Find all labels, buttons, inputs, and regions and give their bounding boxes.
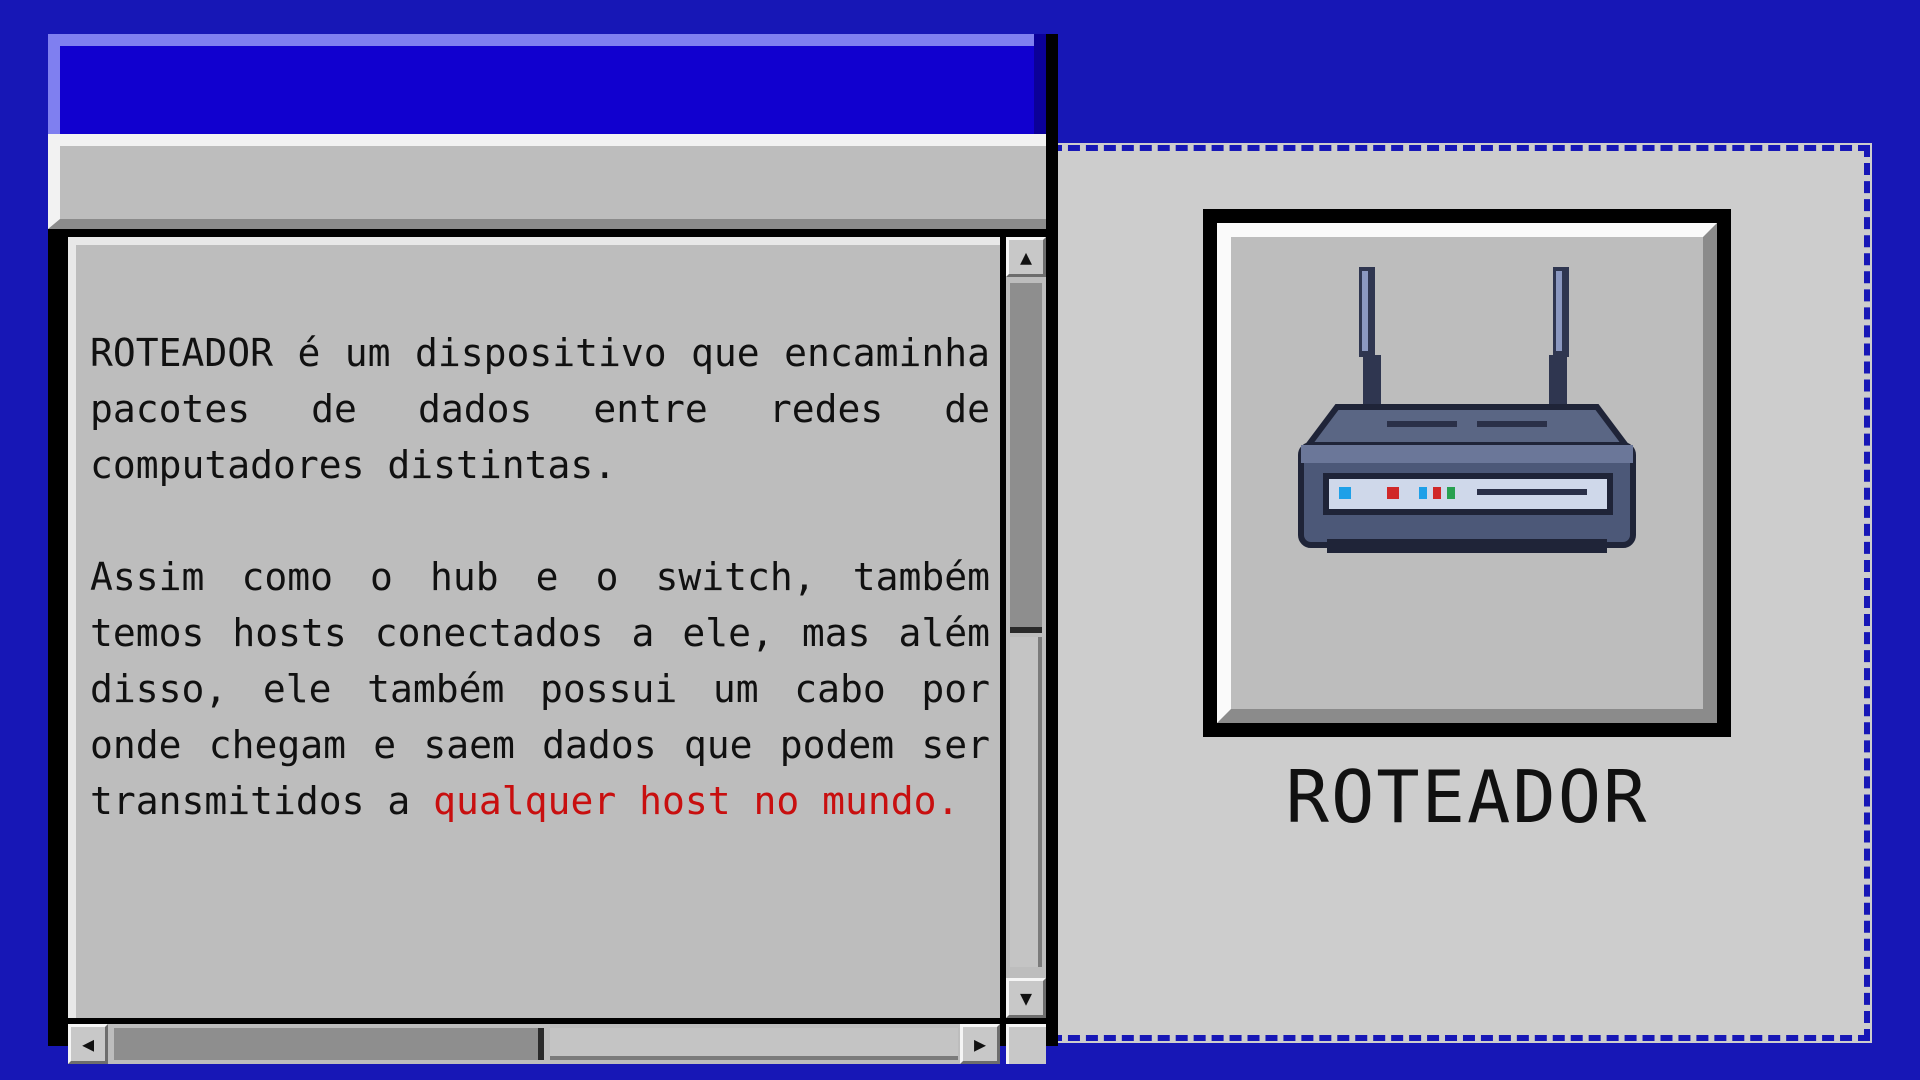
vertical-scrollbar[interactable]: ▲ ▼: [1006, 237, 1046, 1018]
scroll-left-button[interactable]: ◀: [68, 1024, 108, 1064]
description-text: ROTEADOR é um dispositivo que encaminha …: [90, 325, 990, 885]
arrow-up-icon: ▲: [1019, 245, 1033, 269]
arrow-down-icon: ▼: [1019, 986, 1033, 1010]
arrow-left-icon: ◀: [81, 1032, 95, 1056]
image-frame-inner: [1217, 223, 1717, 723]
vertical-scroll-track[interactable]: [1010, 637, 1042, 967]
horizontal-scroll-track[interactable]: [550, 1028, 958, 1060]
window-titlebar[interactable]: [48, 34, 1046, 134]
paragraph-definition: ROTEADOR é um dispositivo que encaminha …: [90, 331, 990, 487]
scrollbar-corner: [1006, 1024, 1046, 1064]
vertical-scroll-thumb[interactable]: [1010, 283, 1042, 633]
text-window: ROTEADOR é um dispositivo que encaminha …: [48, 34, 1058, 1064]
paragraph-details: Assim como o hub e o switch, também temo…: [90, 549, 990, 829]
image-frame: [1203, 209, 1731, 737]
window-menubar: [48, 134, 1046, 229]
horizontal-scrollbar[interactable]: ◀ ▶: [68, 1024, 1000, 1064]
scroll-down-button[interactable]: ▼: [1006, 978, 1046, 1018]
titlebar-shadow: [1034, 34, 1046, 134]
highlighted-text: qualquer host no mundo.: [433, 779, 960, 823]
text-content-area: ROTEADOR é um dispositivo que encaminha …: [68, 237, 1000, 1018]
scroll-right-button[interactable]: ▶: [960, 1024, 1000, 1064]
device-caption: ROTEADOR: [1285, 755, 1649, 839]
arrow-right-icon: ▶: [973, 1032, 987, 1056]
horizontal-scroll-thumb[interactable]: [114, 1028, 544, 1060]
router-icon: [1298, 267, 1636, 553]
scroll-up-button[interactable]: ▲: [1006, 237, 1046, 277]
